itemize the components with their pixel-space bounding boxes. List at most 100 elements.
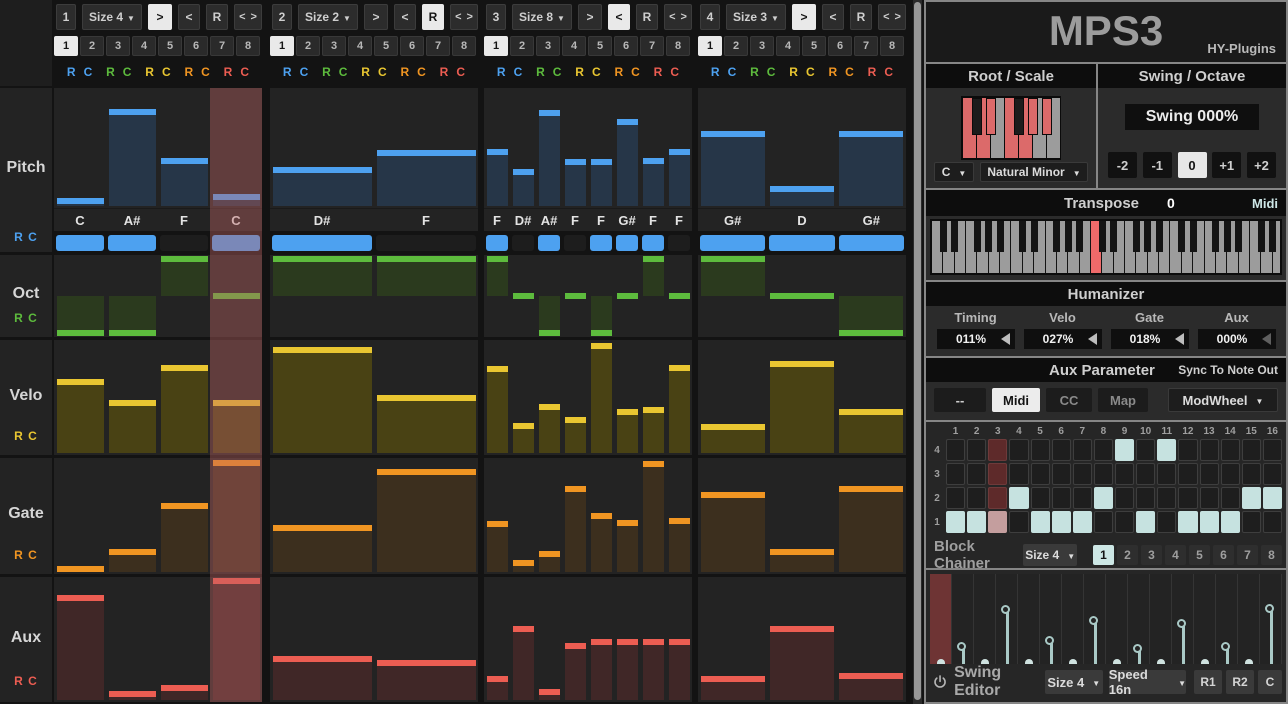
block-page-button[interactable]: 3 — [750, 36, 774, 56]
block-shift-buttons[interactable]: <> — [234, 4, 262, 30]
velo-bar-cap[interactable] — [565, 417, 586, 423]
gate-bar-cap[interactable] — [669, 518, 690, 524]
swing-step-column[interactable] — [1106, 574, 1128, 664]
velo-bar-cap[interactable] — [770, 361, 834, 367]
gate-bar-cap[interactable] — [643, 461, 664, 467]
shift-right-button[interactable]: > — [251, 11, 257, 23]
scale-black-key[interactable] — [1028, 98, 1038, 135]
block-page-button[interactable]: 3 — [536, 36, 560, 56]
gate-bar-cap[interactable] — [539, 551, 560, 557]
velo-step[interactable] — [374, 340, 478, 455]
chainer-cell[interactable] — [1157, 463, 1176, 485]
shift-left-button[interactable]: < — [239, 11, 245, 23]
pitch-bar-cap[interactable] — [701, 131, 765, 137]
pitch-bar[interactable] — [770, 192, 834, 206]
swing-value-dot[interactable] — [1157, 659, 1165, 664]
aux-step[interactable] — [562, 577, 588, 702]
gate-bar-cap[interactable] — [770, 549, 834, 555]
pitch-bar-cap[interactable] — [161, 158, 208, 164]
clear-velo-button[interactable]: C — [806, 65, 815, 79]
pitch-bar-cap[interactable] — [57, 198, 104, 204]
transpose-black-key[interactable] — [940, 221, 947, 252]
gate-bar[interactable] — [565, 492, 586, 572]
pitch-step[interactable] — [666, 88, 692, 208]
oct-step[interactable] — [640, 255, 666, 337]
swing-step-column[interactable] — [1062, 574, 1084, 664]
velo-step[interactable] — [510, 340, 536, 455]
pitch-onoff-cell[interactable] — [700, 235, 765, 251]
pitch-onoff-cell[interactable] — [538, 235, 560, 251]
block-page-button[interactable]: 1 — [484, 36, 508, 56]
swing-value-dot[interactable] — [1245, 659, 1253, 664]
velo-bar[interactable] — [770, 367, 834, 453]
pitch-onoff-cell[interactable] — [590, 235, 612, 251]
chainer-cell[interactable] — [946, 487, 965, 509]
gate-bar-cap[interactable] — [591, 513, 612, 519]
humanizer-value-box[interactable]: 011% — [937, 329, 1015, 349]
aux-bar[interactable] — [273, 662, 372, 700]
lane-rc-aux[interactable]: R C — [0, 674, 52, 688]
randomize-velo-button[interactable]: R — [145, 65, 154, 79]
aux-step[interactable] — [640, 577, 666, 702]
decrement-arrow-icon[interactable] — [1001, 333, 1010, 345]
block-size-dropdown[interactable]: Size 2▼ — [298, 4, 358, 30]
chainer-cell[interactable] — [1136, 511, 1155, 533]
velo-bar[interactable] — [539, 410, 560, 453]
velo-step[interactable] — [54, 340, 106, 455]
chainer-cell[interactable] — [1200, 487, 1219, 509]
clear-velo-button[interactable]: C — [162, 65, 171, 79]
transpose-black-key[interactable] — [974, 221, 981, 252]
gate-bar-cap[interactable] — [377, 469, 476, 475]
chainer-cell[interactable] — [1178, 463, 1197, 485]
gate-step[interactable] — [666, 458, 692, 574]
transpose-black-key[interactable] — [1212, 221, 1219, 252]
pitch-onoff-cell[interactable] — [839, 235, 904, 251]
block-nav-fwd-button[interactable]: > — [364, 4, 388, 30]
block-page-button[interactable]: 7 — [854, 36, 878, 56]
transpose-black-key[interactable] — [1178, 221, 1185, 252]
swing-step-column[interactable] — [1018, 574, 1040, 664]
midi-label[interactable]: Midi — [1252, 196, 1278, 211]
velo-bar[interactable] — [591, 349, 612, 453]
randomize-velo-button[interactable]: R — [789, 65, 798, 79]
gate-bar-cap[interactable] — [109, 549, 156, 555]
chainer-cell[interactable] — [988, 511, 1007, 533]
block-size-dropdown[interactable]: Size 3▼ — [726, 4, 786, 30]
pitch-step[interactable] — [614, 88, 640, 208]
velo-bar-cap[interactable] — [57, 379, 104, 385]
shift-left-button[interactable]: < — [669, 11, 675, 23]
humanizer-value-box[interactable]: 018% — [1111, 329, 1189, 349]
pitch-step[interactable] — [158, 88, 210, 208]
chainer-cell[interactable] — [988, 487, 1007, 509]
aux-bar-cap[interactable] — [839, 673, 903, 679]
oct-step[interactable] — [484, 255, 510, 337]
velo-bar[interactable] — [161, 371, 208, 453]
aux-bar[interactable] — [161, 691, 208, 700]
gate-bar[interactable] — [161, 509, 208, 572]
oct-bar-cap[interactable] — [57, 330, 104, 336]
oct-step[interactable] — [767, 255, 836, 337]
transpose-black-key[interactable] — [1133, 221, 1140, 252]
scale-black-key[interactable] — [986, 98, 996, 135]
vertical-scrollbar[interactable] — [913, 0, 922, 704]
velo-step[interactable] — [270, 340, 374, 455]
shift-right-button[interactable]: > — [467, 11, 473, 23]
randomize-gate-button[interactable]: R — [400, 65, 409, 79]
velo-step[interactable] — [106, 340, 158, 455]
chainer-cell[interactable] — [1115, 463, 1134, 485]
aux-bar[interactable] — [57, 601, 104, 700]
swing-step-column[interactable] — [930, 574, 952, 664]
randomize-pitch-button[interactable]: R — [711, 65, 720, 79]
transpose-black-key[interactable] — [1258, 221, 1265, 252]
gate-step[interactable] — [536, 458, 562, 574]
oct-bar-cap[interactable] — [161, 256, 208, 262]
swing-value-stem[interactable] — [1270, 609, 1273, 664]
transpose-keyboard[interactable] — [930, 219, 1282, 275]
clear-gate-button[interactable]: C — [845, 65, 854, 79]
velo-bar[interactable] — [643, 413, 664, 453]
scale-black-key[interactable] — [972, 98, 982, 135]
pitch-step[interactable] — [106, 88, 158, 208]
block-page-button[interactable]: 3 — [322, 36, 346, 56]
chainer-cell[interactable] — [1031, 463, 1050, 485]
randomize-velo-button[interactable]: R — [575, 65, 584, 79]
